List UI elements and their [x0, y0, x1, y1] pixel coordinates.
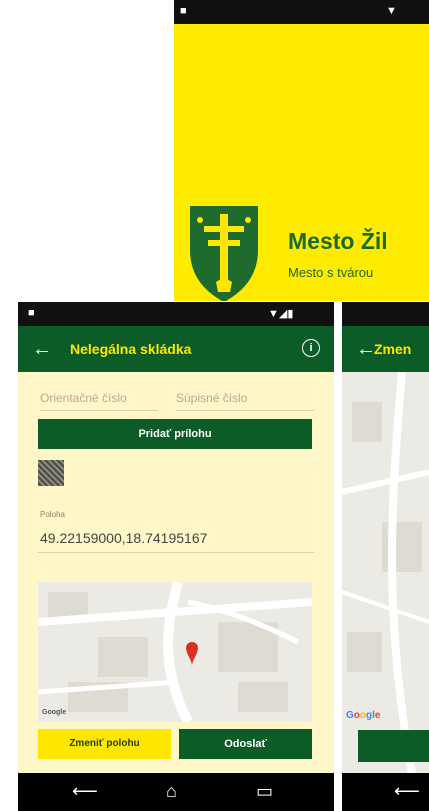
city-crest-icon [190, 206, 258, 301]
page-title: Nelegálna skládka [70, 341, 192, 357]
nav-back-icon[interactable]: ⟵ [72, 781, 98, 802]
location-divider [38, 552, 314, 553]
signal-icon: ▼◢▮ [268, 308, 294, 320]
notification-icon: ■ [180, 5, 187, 17]
svg-text:Google: Google [42, 709, 66, 716]
orientacne-cislo-input[interactable]: Orientačné číslo [40, 388, 158, 411]
notification-icon: ■ [28, 307, 35, 319]
app-toolbar: ← Zmen [342, 326, 429, 372]
location-label: Poloha [40, 510, 65, 519]
send-button[interactable]: Odoslať [179, 729, 312, 759]
attachment-thumbnail[interactable] [38, 460, 64, 486]
status-bar: ■ ▼ [174, 0, 429, 24]
splash-title: Mesto Žil [288, 228, 388, 254]
status-bar: ■ ▼◢▮ [18, 302, 334, 326]
system-nav-bar: ⟵ ⌂ ▭ [18, 773, 334, 811]
back-arrow-icon[interactable]: ← [32, 336, 52, 362]
system-nav-bar: ⟵ [342, 773, 429, 811]
page-title: Zmen [374, 341, 412, 357]
back-arrow-icon[interactable]: ← [356, 336, 376, 362]
wifi-icon: ▼ [386, 5, 397, 17]
add-attachment-button[interactable]: Pridať prílohu [38, 419, 312, 449]
report-form-screen: ■ ▼◢▮ ← Nelegálna skládka i Orientačné č… [18, 302, 334, 811]
location-value[interactable]: 49.22159000,18.74195167 [40, 530, 207, 546]
supisne-cislo-input[interactable]: Súpisné číslo [176, 388, 314, 411]
nav-home-icon[interactable]: ⌂ [166, 781, 177, 802]
google-logo: Google [346, 710, 381, 721]
nav-back-icon[interactable]: ⟵ [394, 781, 420, 802]
splash-subtitle: Mesto s tvárou [288, 265, 374, 280]
status-bar [342, 302, 429, 326]
location-map[interactable]: Google [38, 582, 312, 722]
info-icon[interactable]: i [302, 339, 320, 357]
splash-screen: ■ ▼ Mesto Žil Mesto s tvárou [174, 0, 429, 301]
confirm-button[interactable] [358, 730, 429, 762]
nav-recents-icon[interactable]: ▭ [256, 781, 273, 802]
map-screen: ← Zmen Google ⟵ [342, 302, 429, 811]
change-location-button[interactable]: Zmeniť polohu [38, 729, 171, 759]
app-toolbar: ← Nelegálna skládka i [18, 326, 334, 372]
